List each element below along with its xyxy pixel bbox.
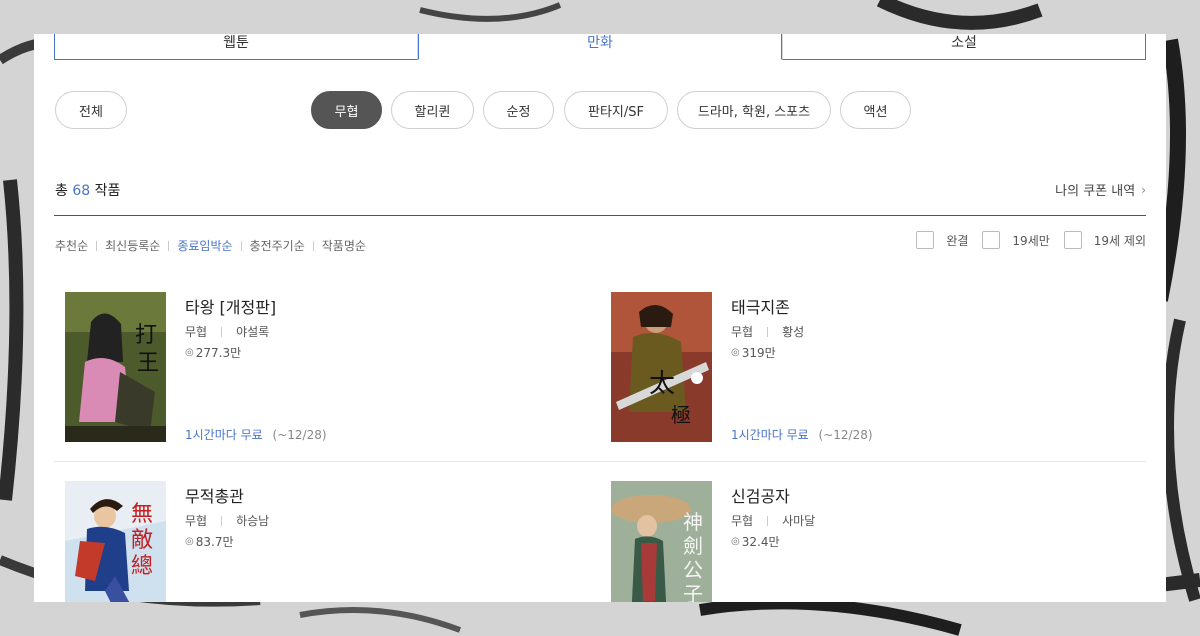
sort-latest[interactable]: 최신등록순: [105, 237, 160, 254]
chip-fantasy-sf[interactable]: 판타지/SF: [564, 91, 668, 129]
work-author: 야설록: [236, 325, 270, 339]
svg-text:敵: 敵: [131, 528, 153, 553]
views-count: 277.3만: [195, 346, 242, 360]
meta-separator: [767, 326, 769, 337]
sort-separator: [168, 240, 170, 251]
svg-text:打: 打: [135, 323, 157, 348]
work-views: ◎ 319만: [731, 344, 776, 361]
sort-ending-soon[interactable]: 종료임박순: [177, 237, 232, 254]
sort-title[interactable]: 작품명순: [322, 237, 366, 254]
chip-martial-arts[interactable]: 무협: [311, 91, 382, 129]
work-meta: 무협 야설록: [185, 323, 269, 340]
work-promo: 1시간마다 무료 (~12/28): [731, 426, 873, 443]
views-count: 319만: [741, 346, 776, 360]
work-item[interactable]: 打 王 타왕 [개정판] 무협 야설록 ◎ 277.3만 1시간마다 무료 (~…: [55, 292, 595, 452]
checkbox[interactable]: [982, 231, 1001, 249]
filter-label: 완결: [946, 233, 969, 248]
filter-label: 19세 제외: [1093, 233, 1146, 248]
filter-completed[interactable]: 완결: [916, 231, 968, 249]
views-count: 32.4만: [741, 535, 780, 549]
section-divider: [54, 215, 1146, 216]
work-views: ◎ 277.3만: [185, 344, 241, 361]
eye-icon: ◎: [185, 347, 194, 358]
work-author: 하승남: [236, 514, 270, 528]
eye-icon: ◎: [731, 536, 740, 547]
work-views: ◎ 83.7만: [185, 533, 234, 550]
work-item[interactable]: 無 敵 總 무적총관 무협 하승남 ◎ 83.7만: [55, 481, 595, 602]
promo-period: (~12/28): [818, 428, 873, 442]
work-promo: 1시간마다 무료 (~12/28): [185, 426, 327, 443]
svg-text:公: 公: [683, 558, 703, 582]
work-title[interactable]: 태극지존: [731, 294, 790, 318]
cover-image[interactable]: 無 敵 總: [65, 481, 166, 602]
tab-webtoon[interactable]: 웹툰: [54, 34, 418, 60]
work-meta: 무협 하승남: [185, 512, 269, 529]
coupon-history-link[interactable]: 나의 쿠폰 내역 ›: [1055, 180, 1146, 200]
sort-separator: [240, 240, 242, 251]
eye-icon: ◎: [185, 536, 194, 547]
work-item[interactable]: 神 劍 公 子 신검공자 무협 사마달 ◎ 32.4만: [601, 481, 1141, 602]
promo-period: (~12/28): [272, 428, 327, 442]
promo-free: 1시간마다 무료: [185, 428, 263, 442]
work-meta: 무협 황성: [731, 323, 804, 340]
svg-text:總: 總: [131, 554, 153, 579]
checkbox[interactable]: [916, 231, 935, 249]
meta-separator: [221, 326, 223, 337]
work-genre: 무협: [731, 514, 754, 528]
work-genre: 무협: [731, 325, 754, 339]
work-meta: 무협 사마달: [731, 512, 815, 529]
checkbox[interactable]: [1063, 231, 1082, 249]
tab-novel[interactable]: 소설: [782, 34, 1146, 60]
sort-charge-cycle[interactable]: 충전주기순: [250, 237, 305, 254]
svg-text:王: 王: [137, 351, 159, 376]
work-views: ◎ 32.4만: [731, 533, 780, 550]
coupon-history-label: 나의 쿠폰 내역: [1055, 184, 1136, 199]
tab-manga[interactable]: 만화: [418, 34, 782, 60]
svg-text:子: 子: [683, 582, 703, 602]
total-number: 68: [72, 183, 91, 199]
chip-harlequin[interactable]: 할리퀸: [391, 91, 474, 129]
filter-19-only[interactable]: 19세만: [982, 231, 1050, 249]
total-count: 총 68 작품: [55, 180, 120, 200]
work-title[interactable]: 신검공자: [731, 483, 790, 507]
row-divider: [54, 461, 1146, 462]
sort-options: 추천순 최신등록순 종료임박순 충전주기순 작품명순: [55, 237, 366, 254]
chip-action[interactable]: 액션: [840, 91, 911, 129]
chevron-right-icon: ›: [1141, 182, 1146, 197]
filter-label: 19세만: [1012, 233, 1050, 248]
total-suffix: 작품: [94, 183, 121, 199]
sort-separator: [312, 240, 314, 251]
sort-recommended[interactable]: 추천순: [55, 237, 88, 254]
category-tabs: 웹툰 만화 소설: [54, 34, 1146, 60]
filter-19-exclude[interactable]: 19세 제외: [1063, 231, 1146, 249]
views-count: 83.7만: [195, 535, 234, 549]
sort-separator: [96, 240, 98, 251]
svg-text:神: 神: [683, 510, 703, 534]
svg-text:劍: 劍: [683, 534, 703, 558]
meta-separator: [221, 515, 223, 526]
svg-text:太: 太: [649, 369, 675, 399]
chip-all[interactable]: 전체: [55, 91, 127, 129]
content-panel: 웹툰 만화 소설 전체 무협 할리퀸 순정 판타지/SF 드라마, 학원, 스포…: [34, 34, 1166, 602]
work-genre: 무협: [185, 514, 208, 528]
svg-text:無: 無: [131, 502, 153, 527]
work-item[interactable]: 太 極 태극지존 무협 황성 ◎ 319만 1시간마다 무료 (~12/28): [601, 292, 1141, 452]
chip-drama-school-sports[interactable]: 드라마, 학원, 스포츠: [677, 91, 831, 129]
total-prefix: 총: [55, 183, 68, 199]
cover-image[interactable]: 打 王: [65, 292, 166, 442]
work-genre: 무협: [185, 325, 208, 339]
work-title[interactable]: 타왕 [개정판]: [185, 294, 276, 318]
promo-free: 1시간마다 무료: [731, 428, 809, 442]
cover-image[interactable]: 神 劍 公 子: [611, 481, 712, 602]
eye-icon: ◎: [731, 347, 740, 358]
svg-text:極: 極: [671, 403, 691, 427]
chip-romance[interactable]: 순정: [483, 91, 554, 129]
filter-options: 완결 19세만 19세 제외: [916, 231, 1146, 249]
meta-separator: [767, 515, 769, 526]
work-author: 황성: [782, 325, 805, 339]
work-author: 사마달: [782, 514, 816, 528]
cover-image[interactable]: 太 極: [611, 292, 712, 442]
work-title[interactable]: 무적총관: [185, 483, 244, 507]
